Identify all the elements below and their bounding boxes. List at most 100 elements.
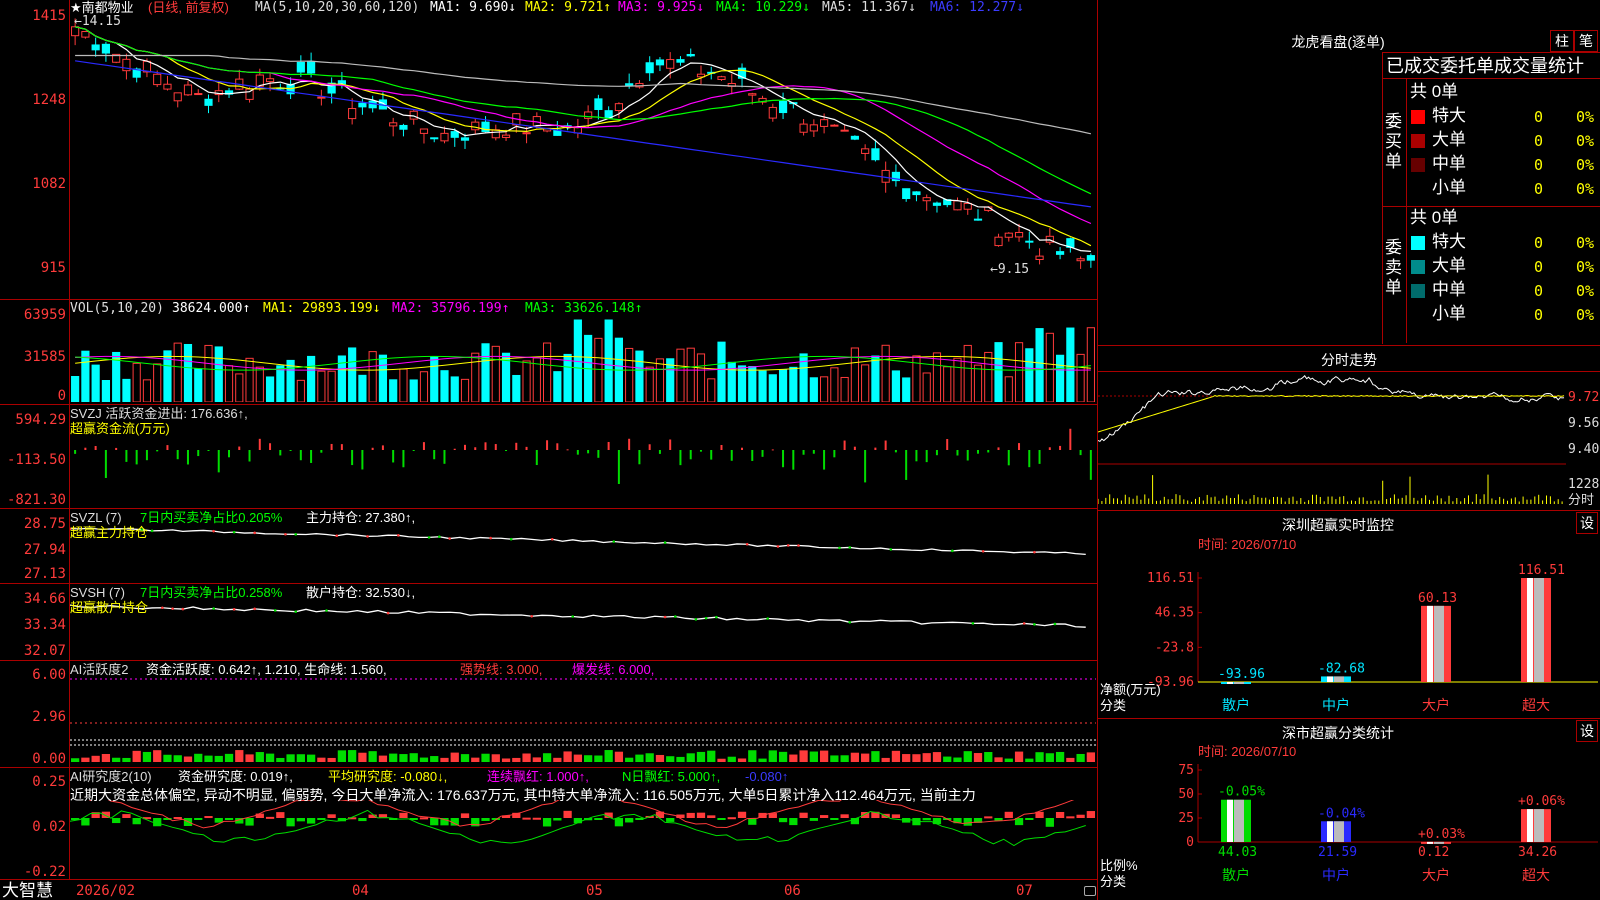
activity-bar (953, 757, 962, 762)
buy-row-pct: 0% (1576, 132, 1595, 150)
activity-bar (450, 752, 459, 762)
research-bar (245, 818, 254, 826)
volume-bar (963, 344, 972, 402)
svzl-chart[interactable] (70, 524, 1096, 582)
flow-bar (884, 440, 887, 450)
volume-bar (194, 368, 203, 402)
bar-category-label: 中户 (1322, 697, 1350, 713)
lock-icon[interactable] (1084, 886, 1096, 896)
intraday-chart[interactable] (1098, 372, 1566, 507)
svzj-label: SVZJ 活跃资金进出: 176.636↑, (70, 406, 248, 421)
buy-row-name: 中单 (1432, 154, 1466, 173)
flow-bar (135, 450, 138, 465)
ma-line-120 (75, 60, 1091, 208)
activity-bar (542, 753, 552, 762)
volume-bar (491, 345, 500, 402)
flow-bar (453, 448, 456, 450)
activity-bar (912, 754, 921, 762)
ai-research-chart[interactable] (70, 800, 1096, 878)
research-bar (122, 814, 131, 818)
ma-line-5 (74, 26, 1091, 252)
ai1-tick-2: 2.96 (32, 709, 66, 725)
divider-1 (0, 299, 1097, 300)
flow-bar (546, 440, 549, 450)
activity-bar (614, 751, 624, 762)
chart-mode[interactable]: (日线, 前复权) (148, 0, 229, 15)
candle-body (460, 137, 470, 141)
research-bar (727, 817, 736, 820)
flow-bar (238, 446, 241, 450)
holding-dot (232, 608, 236, 611)
flow-bar (1018, 443, 1021, 450)
flow-bar (669, 439, 672, 450)
chart-area[interactable]: 1415 1248 1082 915 63959 31585 0 594.29 … (0, 0, 1098, 900)
dragon-subtitle: 已成交委托单成交量统计 (1386, 56, 1584, 76)
ma6-value: MA6: 12.277↓ (930, 0, 1024, 15)
date-label-2: 04 (352, 883, 369, 899)
volume-bar (871, 355, 880, 402)
holding-dot (253, 531, 256, 535)
research-bar (132, 818, 141, 825)
research-bar (1086, 811, 1095, 818)
research-bar (296, 818, 305, 822)
candle-body (676, 59, 685, 63)
classify-chart[interactable]: 75 50 25 0 -0.05% 44.03 散户 -0.04% 21.59 中户 +0.03% 0… (1098, 758, 1600, 900)
research-bar (532, 817, 541, 820)
activity-bar (553, 757, 562, 762)
classify-settings-button[interactable]: 设 (1576, 720, 1598, 742)
flow-bar (905, 450, 908, 480)
divider-3 (0, 508, 1097, 509)
volume-bar (101, 379, 111, 402)
activity-bar (101, 753, 111, 762)
bar-category-label: 超大 (1522, 867, 1550, 883)
volume-bar (142, 379, 152, 402)
volume-chart[interactable] (70, 316, 1096, 402)
holding-dot (848, 546, 852, 549)
candle-body (717, 76, 726, 80)
research-bar (932, 818, 942, 825)
activity-bar (717, 758, 726, 762)
monitor-settings-button[interactable]: 设 (1576, 512, 1598, 534)
activity-bar (81, 757, 90, 762)
candle-body (204, 98, 213, 106)
sell-row-count: 0 (1534, 306, 1544, 324)
classify-xlabel: 分类 (1100, 874, 1127, 889)
activity-bar (994, 757, 1003, 762)
svsh-label: SVSH (7) (70, 585, 125, 600)
volume-bar (317, 370, 326, 402)
research-bar (635, 818, 644, 820)
volume-bar (984, 351, 993, 402)
ai-activity-chart[interactable] (70, 676, 1096, 766)
intraday-avg-line (1098, 394, 1565, 433)
monitor-chart[interactable]: 116.5146.35-23.8-93.96-93.96散户-82.68中户60… (1098, 552, 1600, 717)
candlestick-chart[interactable] (70, 16, 1096, 298)
bar-value-label: +0.03% (1418, 827, 1465, 842)
buy-row-name: 大单 (1432, 130, 1466, 149)
holding-dot (838, 546, 841, 550)
flow-bar (956, 450, 959, 456)
candle-body (81, 31, 90, 38)
candle-body (491, 129, 500, 139)
bar-y-tick: 46.35 (1155, 606, 1194, 621)
volume-bar (645, 366, 654, 402)
svsh-chart[interactable] (70, 598, 1096, 660)
volume-bar (717, 341, 726, 402)
flow-bar (412, 450, 415, 451)
ma3-value: MA3: 9.925↓ (618, 0, 705, 15)
volume-bar (307, 355, 316, 402)
bar-category-label: 超大 (1522, 697, 1550, 713)
brand-logo[interactable]: 大智慧 (2, 881, 53, 900)
activity-bar (922, 753, 931, 762)
bar-mode-button[interactable]: 柱 (1550, 30, 1574, 52)
activity-bar (512, 757, 521, 762)
tick-mode-button[interactable]: 笔 (1574, 30, 1598, 52)
bar-2 (1421, 605, 1451, 682)
activity-bar (481, 753, 490, 762)
activity-bar (235, 750, 244, 762)
activity-bar (306, 754, 316, 762)
flow-bar (156, 450, 159, 452)
holding-dot (797, 544, 800, 547)
flow-bar (248, 450, 251, 462)
svzj-chart[interactable] (70, 420, 1096, 506)
candle-body (881, 169, 890, 183)
